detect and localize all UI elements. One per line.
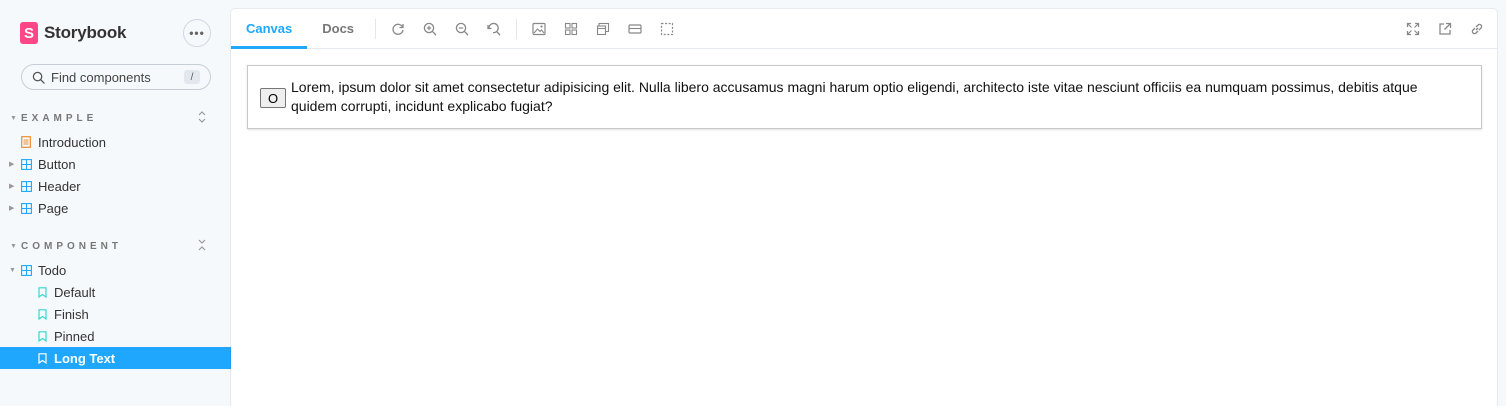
bookmark-icon xyxy=(35,351,49,365)
caret-right-icon: ▶ xyxy=(9,183,15,190)
component-icon xyxy=(19,157,33,171)
group-label: EXAMPLE xyxy=(21,112,98,124)
sidebar-item-button[interactable]: ▶ Button xyxy=(0,153,231,175)
tab-docs[interactable]: Docs xyxy=(307,9,369,49)
sidebar-menu-button[interactable]: ••• xyxy=(183,19,211,47)
group-label: COMPONENT xyxy=(21,240,122,252)
toolbar-right xyxy=(1397,9,1493,49)
sidebar: S Storybook ••• / ▼ EXAMPLE Introduction… xyxy=(0,0,231,406)
viewport-icon[interactable] xyxy=(587,9,619,49)
toolbar-divider xyxy=(375,18,377,39)
background-image-icon[interactable] xyxy=(523,9,555,49)
storybook-logo-icon: S xyxy=(20,22,38,44)
caret-down-icon: ▼ xyxy=(10,242,17,250)
toolbar-divider xyxy=(516,18,518,39)
search-input[interactable] xyxy=(51,69,181,85)
bookmark-icon xyxy=(35,285,49,299)
measure-icon[interactable] xyxy=(619,9,651,49)
sidebar-item-label: Default xyxy=(54,284,96,300)
zoom-out-icon[interactable] xyxy=(446,9,478,49)
sidebar-story-default[interactable]: Default xyxy=(0,281,231,303)
sidebar-item-header[interactable]: ▶ Header xyxy=(0,175,231,197)
sidebar-item-label: Pinned xyxy=(54,328,95,344)
outline-icon[interactable] xyxy=(651,9,683,49)
sidebar-story-long-text[interactable]: Long Text xyxy=(0,347,231,369)
collapse-icon[interactable] xyxy=(198,239,206,254)
sidebar-item-label: Header xyxy=(38,178,81,194)
open-new-tab-icon[interactable] xyxy=(1429,9,1461,49)
sidebar-item-label: Finish xyxy=(54,306,89,322)
sidebar-story-finish[interactable]: Finish xyxy=(0,303,231,325)
brand[interactable]: S Storybook xyxy=(20,22,126,44)
caret-right-icon: ▶ xyxy=(9,161,15,168)
sidebar-item-introduction[interactable]: Introduction xyxy=(0,131,231,153)
sidebar-item-label: Todo xyxy=(38,262,67,278)
fullscreen-icon[interactable] xyxy=(1397,9,1429,49)
story-canvas: O Lorem, ipsum dolor sit amet consectetu… xyxy=(247,65,1482,129)
sidebar-item-label: Long Text xyxy=(54,350,116,366)
bookmark-icon xyxy=(35,329,49,343)
copy-link-icon[interactable] xyxy=(1461,9,1493,49)
sidebar-item-label: Button xyxy=(38,156,76,172)
component-icon xyxy=(19,263,33,277)
bookmark-icon xyxy=(35,307,49,321)
todo-toggle-button[interactable]: O xyxy=(260,88,286,108)
component-icon xyxy=(19,179,33,193)
caret-down-icon: ▼ xyxy=(10,114,17,122)
group-header-component[interactable]: ▼ COMPONENT xyxy=(10,239,210,253)
tab-canvas[interactable]: Canvas xyxy=(231,9,308,49)
todo-text: Lorem, ipsum dolor sit amet consectetur … xyxy=(291,79,1418,114)
search-icon xyxy=(32,71,45,84)
caret-down-icon: ▼ xyxy=(9,266,16,274)
sidebar-item-label: Page xyxy=(38,200,69,216)
grid-icon[interactable] xyxy=(555,9,587,49)
zoom-reset-icon[interactable] xyxy=(478,9,510,49)
sidebar-item-label: Introduction xyxy=(38,134,106,150)
search-box[interactable]: / xyxy=(21,64,211,90)
sidebar-story-pinned[interactable]: Pinned xyxy=(0,325,231,347)
zoom-in-icon[interactable] xyxy=(414,9,446,49)
caret-right-icon: ▶ xyxy=(9,205,15,212)
toolbar: Canvas Docs xyxy=(231,9,1497,49)
sidebar-item-todo[interactable]: ▼ Todo xyxy=(0,259,231,281)
expand-collapse-icon[interactable] xyxy=(198,111,206,126)
preview-panel: Canvas Docs O Lorem, ipsum dolor sit ame… xyxy=(231,9,1497,406)
brand-name: Storybook xyxy=(44,23,127,42)
sidebar-item-page[interactable]: ▶ Page xyxy=(0,197,231,219)
group-header-example[interactable]: ▼ EXAMPLE xyxy=(10,111,210,125)
document-icon xyxy=(19,135,33,149)
component-icon xyxy=(19,201,33,215)
reload-icon[interactable] xyxy=(382,9,414,49)
search-shortcut-key: / xyxy=(184,70,200,84)
